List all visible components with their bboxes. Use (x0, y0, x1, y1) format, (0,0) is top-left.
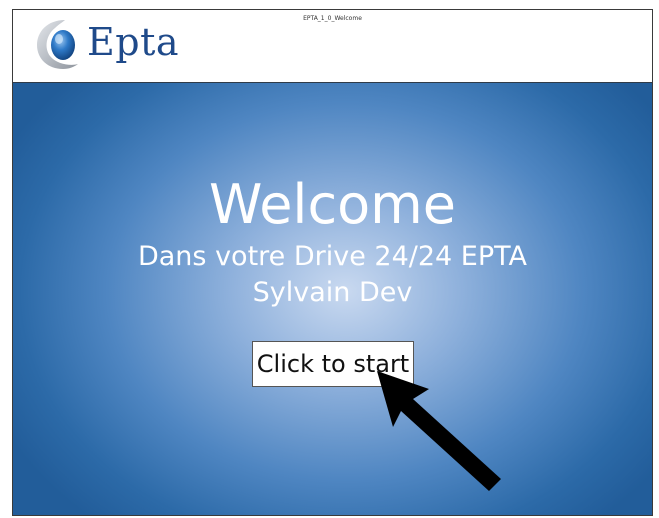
welcome-stage: Welcome Dans votre Drive 24/24 EPTA Sylv… (13, 83, 652, 515)
epta-crescent-logo-icon (37, 20, 78, 69)
welcome-subtitle: Dans votre Drive 24/24 EPTA (137, 241, 528, 272)
brand-name: Epta (87, 20, 179, 64)
user-name: Sylvain Dev (252, 277, 413, 308)
brand-logo: Epta (35, 16, 179, 72)
header-bar: EPTA_1_0_Welcome Epta (13, 10, 652, 84)
welcome-title: Welcome (208, 173, 456, 236)
app-window: EPTA_1_0_Welcome Epta Welcome Dans votre… (12, 9, 653, 516)
start-button[interactable]: Click to start (252, 341, 414, 387)
